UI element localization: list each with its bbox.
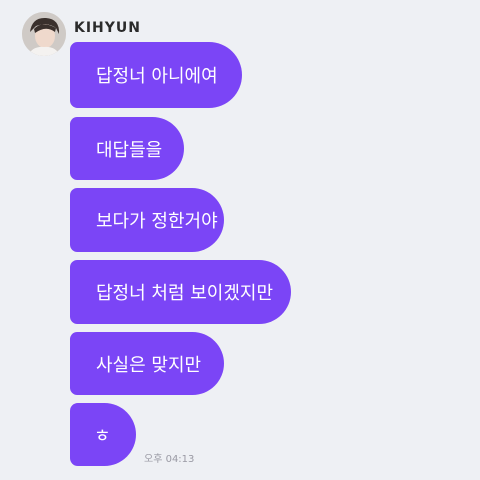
sender-name: KIHYUN: [74, 20, 141, 36]
message-bubble[interactable]: 사실은 맞지만: [70, 332, 224, 395]
message-bubble[interactable]: 답정너 처럼 보이겠지만: [70, 260, 291, 324]
profile-photo-icon: [22, 12, 66, 56]
message-bubble[interactable]: ㅎ: [70, 403, 136, 466]
message-bubble[interactable]: 답정너 아니에여: [70, 42, 242, 108]
message-bubble[interactable]: 대답들을: [70, 117, 184, 180]
message-timestamp: 오후 04:13: [144, 454, 195, 465]
sender-avatar[interactable]: [22, 12, 66, 56]
message-bubble[interactable]: 보다가 정한거야: [70, 188, 224, 252]
